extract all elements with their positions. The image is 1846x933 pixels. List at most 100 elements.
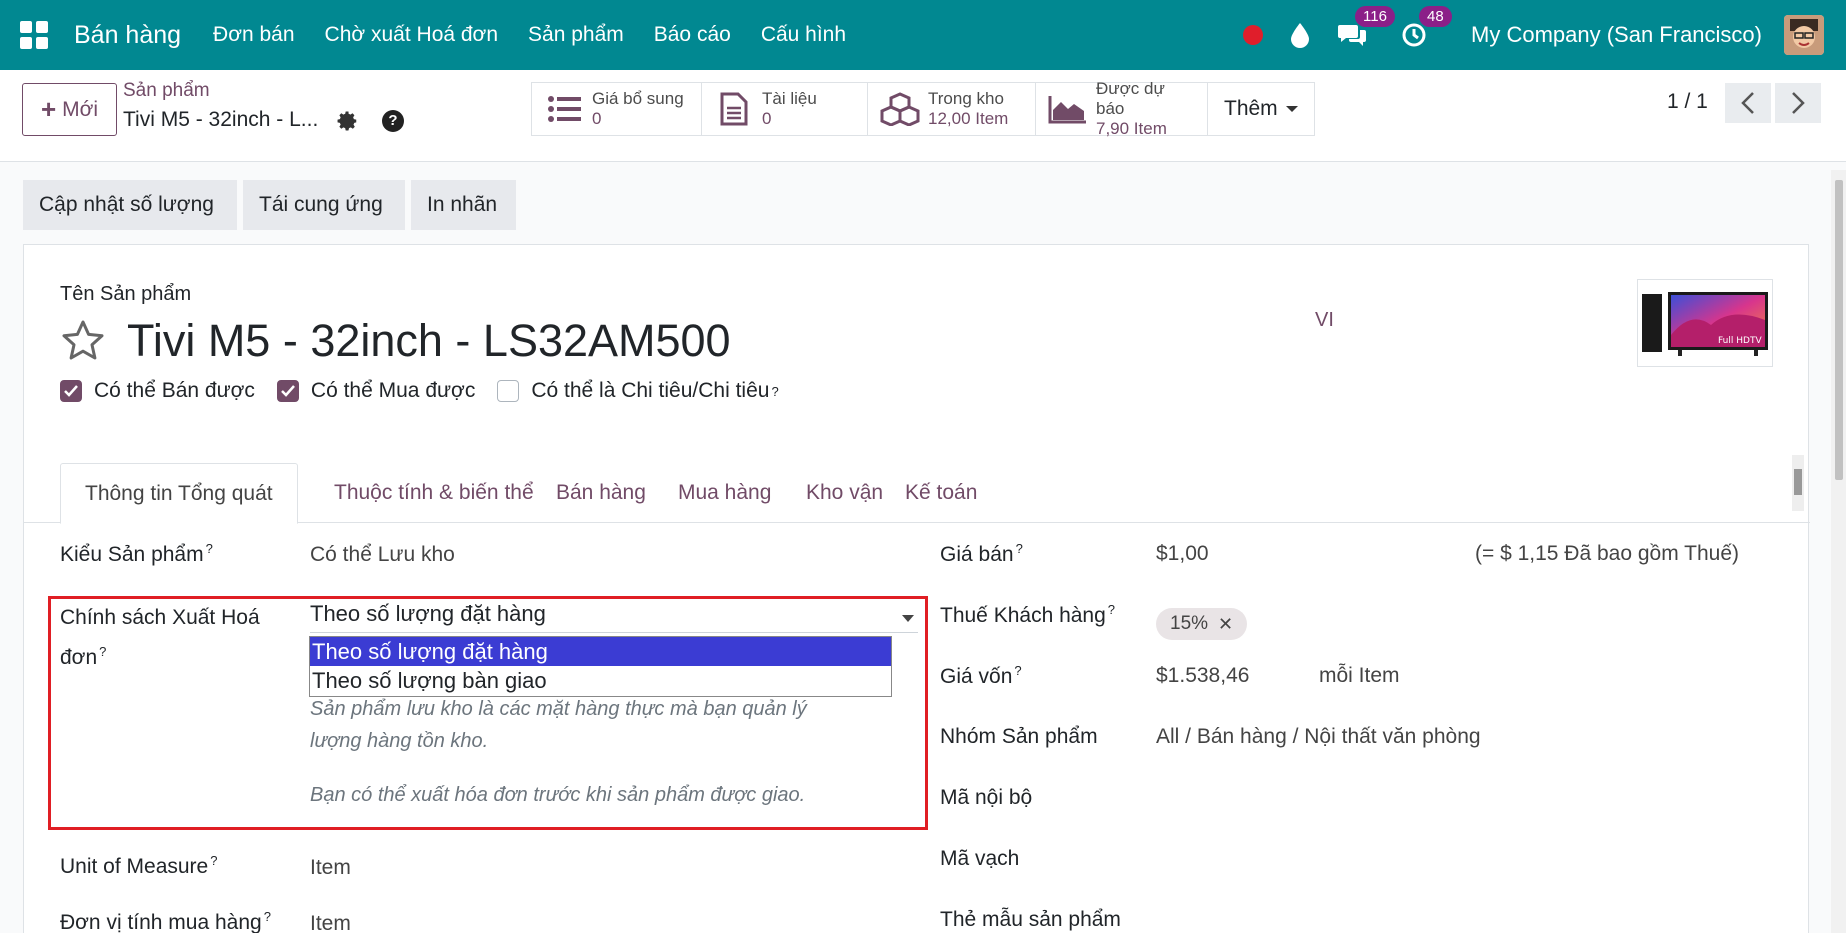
file-icon [714,91,754,127]
caret-down-icon [902,615,914,622]
company-switcher[interactable]: My Company (San Francisco) [1471,22,1762,48]
new-button[interactable]: + Mới [22,83,117,136]
menu-reporting[interactable]: Báo cáo [654,23,731,47]
cost-label: Giá vốn? [940,663,1022,688]
breadcrumb-parent[interactable]: Sản phẩm [123,80,210,102]
notebook-tabs: Thông tin Tổng quát Thuộc tính & biến th… [24,463,1810,524]
on-hand-value: 12,00 Item [928,109,1009,128]
on-hand-button[interactable]: Trong kho 12,00 Item [868,83,1036,135]
can-be-sold-label: Có thể Bán được [94,379,255,402]
new-button-label: Mới [62,97,99,121]
apps-menu-icon[interactable] [20,21,48,49]
cost-value[interactable]: $1.538,46 [1156,664,1249,688]
menu-products[interactable]: Sản phẩm [528,23,624,47]
category-value[interactable]: All / Bán hàng / Nội thất văn phòng [1156,725,1481,749]
messages-button[interactable]: 116 [1337,6,1395,50]
gear-icon[interactable] [337,110,359,132]
print-labels-button[interactable]: In nhãn [411,180,516,230]
control-panel: + Mới Sản phẩm Tivi M5 - 32inch - L... ? … [0,70,1846,162]
avatar-face-icon [1784,15,1824,55]
menu-orders[interactable]: Đơn bán [213,23,295,47]
tv-image-caption: Full HDTV [1718,336,1762,346]
tab-general-info[interactable]: Thông tin Tổng quát [60,463,298,524]
more-dropdown[interactable]: Thêm [1208,83,1314,135]
uom-label: Unit of Measure? [60,853,218,878]
internal-reference-label: Mã nội bộ [940,786,1033,809]
list-icon [544,91,584,127]
can-be-expensed-checkbox[interactable]: Có thể là Chi tiêu/Chi tiêu? [497,379,779,403]
checkbox-unchecked-icon [497,380,520,402]
star-icon[interactable] [60,318,106,364]
on-hand-label: Trong kho [928,89,1004,108]
form-view: Cập nhật số lượng Tái cung ứng In nhãn T… [0,162,1846,933]
forecasted-value: 7,90 Item [1096,119,1167,138]
can-be-purchased-label: Có thể Mua được [310,379,476,402]
caret-down-icon [1285,106,1298,112]
pager-value[interactable]: 1 / 1 [1667,90,1708,114]
page-scrollbar-thumb[interactable] [1835,180,1843,480]
drop-icon[interactable] [1289,22,1311,48]
top-navbar: Bán hàng Đơn bán Chờ xuất Hoá đơn Sản ph… [0,0,1846,70]
user-avatar[interactable] [1784,15,1824,55]
cubes-icon [880,91,920,127]
product-type-label: Kiểu Sản phẩm? [60,541,213,566]
area-chart-icon [1048,91,1088,127]
chevron-right-icon [1792,92,1805,114]
forecasted-button[interactable]: Được dự báo 7,90 Item [1036,79,1208,138]
uom-value[interactable]: Item [310,856,351,880]
product-name-field[interactable]: Tivi M5 - 32inch - LS32AM500 [127,315,731,367]
recording-icon[interactable] [1243,25,1264,45]
tooltip-marker[interactable]: ? [771,384,778,399]
extra-prices-value: 0 [592,109,602,128]
can-be-purchased-checkbox[interactable]: Có thể Mua được [276,379,476,403]
product-type-value[interactable]: Có thể Lưu kho [310,543,455,567]
menu-to-invoice[interactable]: Chờ xuất Hoá đơn [325,23,498,47]
can-be-expensed-label: Có thể là Chi tiêu/Chi tiêu [531,379,770,402]
messages-badge: 116 [1355,6,1395,27]
update-quantity-button[interactable]: Cập nhật số lượng [23,180,237,230]
tab-sales[interactable]: Bán hàng [532,463,670,523]
barcode-label: Mã vạch [940,847,1020,870]
sale-price-label: Giá bán? [940,541,1023,566]
pager-next[interactable] [1775,83,1821,123]
purchase-uom-label: Đơn vị tính mua hàng? [60,909,271,933]
sale-price-tax-note: (= $ 1,15 Đã bao gồm Thuế) [1475,542,1740,565]
smart-buttons: Giá bổ sung 0 Tài liệu 0 Trong kho 12,00 It… [531,79,1315,138]
purchase-uom-value[interactable]: Item [310,912,351,933]
invoice-policy-label: Chính sách Xuất Hoá đơn? [60,606,260,669]
tab-purchase[interactable]: Mua hàng [654,463,795,523]
invoice-policy-value: Theo số lượng đặt hàng [310,601,546,626]
pager-previous[interactable] [1725,83,1771,123]
extra-prices-button[interactable]: Giá bổ sung 0 [532,83,702,135]
documents-value: 0 [762,109,772,128]
option-ordered-quantities[interactable]: Theo số lượng đặt hàng [310,637,891,666]
activities-badge: 48 [1419,6,1452,27]
close-icon[interactable]: ✕ [1218,614,1233,635]
checkbox-checked-icon [60,380,82,402]
breadcrumb-current: Tivi M5 - 32inch - L... [123,108,319,131]
chevron-left-icon [1741,92,1754,114]
invoice-policy-select[interactable]: Theo số lượng đặt hàng [310,601,918,633]
tab-accounting[interactable]: Kế toán [881,463,1001,523]
replenish-button[interactable]: Tái cung ứng [243,180,405,230]
sale-price-value[interactable]: $1,00 [1156,542,1209,566]
activities-button[interactable]: 48 [1401,6,1452,50]
more-label: Thêm [1224,97,1278,120]
extra-prices-label: Giá bổ sung [592,89,684,108]
language-button[interactable]: VI [1315,309,1334,332]
app-name[interactable]: Bán hàng [74,21,181,50]
category-label: Nhóm Sản phẩm [940,725,1098,748]
product-name-label: Tên Sản phẩm [60,283,192,305]
form-sheet: Tên Sản phẩm Tivi M5 - 32inch - LS32AM50… [23,244,1810,933]
tax-tag[interactable]: 15% ✕ [1156,608,1248,640]
product-image[interactable]: Full HDTV [1637,279,1773,367]
documents-button[interactable]: Tài liệu 0 [702,83,868,135]
help-icon[interactable]: ? [382,110,404,132]
menu-configuration[interactable]: Cấu hình [761,23,846,47]
tab-attributes-variants[interactable]: Thuộc tính & biến thể [310,463,558,523]
documents-label: Tài liệu [762,89,817,108]
can-be-sold-checkbox[interactable]: Có thể Bán được [60,379,255,403]
tabs-scrollbar[interactable] [1792,455,1804,511]
forecasted-label: Được dự báo [1096,79,1165,118]
option-delivered-quantities[interactable]: Theo số lượng bàn giao [310,666,891,695]
